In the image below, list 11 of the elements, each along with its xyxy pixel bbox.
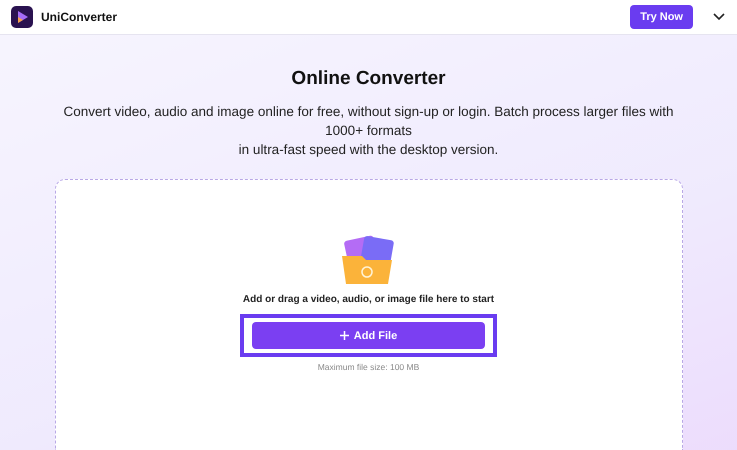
- upload-instruction: Add or drag a video, audio, or image file here to start: [242, 294, 494, 305]
- add-file-button[interactable]: Add File: [252, 322, 485, 349]
- app-logo-icon: [11, 6, 33, 28]
- page-description: Convert video, audio and image online for free, without sign-up or login. Batch process larger files with 1000+ formats in ultra-fast speed with the desktop version.: [62, 103, 675, 159]
- file-size-limit: Maximum file size: 100 MB: [318, 362, 420, 372]
- upload-drop-zone[interactable]: Add or drag a video, audio, or image file here to start Add File Maximum file size: 100 MB: [54, 179, 682, 450]
- try-now-button[interactable]: Try Now: [630, 5, 693, 29]
- page-title: Online Converter: [291, 68, 446, 90]
- chevron-down-icon[interactable]: [713, 13, 725, 21]
- app-name: UniConverter: [41, 10, 118, 24]
- plus-icon: [340, 331, 349, 340]
